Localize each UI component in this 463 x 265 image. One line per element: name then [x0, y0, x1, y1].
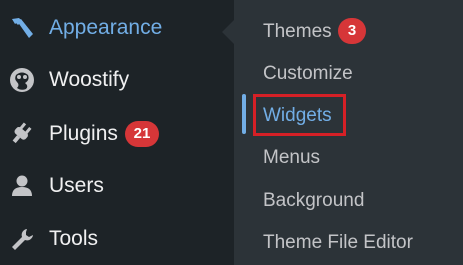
menu-item-tools[interactable]: Tools	[0, 213, 234, 265]
submenu-item-label: Menus	[263, 147, 321, 168]
submenu-item-label: Background	[263, 190, 365, 211]
menu-item-woostify[interactable]: Woostify	[0, 54, 234, 106]
menu-item-label: Tools	[49, 227, 99, 250]
user-icon	[8, 172, 36, 200]
menu-item-label: Appearance	[49, 16, 163, 39]
submenu-item-label: Theme File Editor	[263, 232, 413, 253]
submenu-item-theme-file-editor[interactable]: Theme File Editor	[234, 222, 463, 264]
admin-sidebar: Appearance Woostify Plugins 21 Users Too…	[0, 0, 234, 265]
submenu-item-label: Widgets	[263, 105, 332, 126]
appearance-submenu: Themes 3 Customize Widgets Menus Backgro…	[234, 0, 463, 265]
submenu-item-background[interactable]: Background	[234, 180, 463, 222]
menu-item-label: Users	[49, 174, 104, 197]
submenu-item-label: Customize	[263, 63, 353, 84]
submenu-pointer-arrow	[222, 20, 234, 44]
wrench-icon	[8, 225, 36, 253]
menu-item-users[interactable]: Users	[0, 160, 234, 212]
menu-item-appearance[interactable]: Appearance	[0, 2, 234, 54]
wp-admin-menu-screenshot: Appearance Woostify Plugins 21 Users Too…	[0, 0, 463, 265]
submenu-item-themes[interactable]: Themes 3	[234, 11, 463, 53]
plugins-update-count-badge: 21	[125, 121, 159, 147]
menu-item-label: Woostify	[49, 68, 130, 91]
paintbrush-icon	[8, 14, 36, 42]
submenu-item-widgets[interactable]: Widgets	[234, 95, 463, 137]
menu-item-plugins[interactable]: Plugins 21	[0, 108, 234, 160]
plugin-icon	[8, 120, 36, 148]
submenu-item-menus[interactable]: Menus	[234, 137, 463, 179]
submenu-item-label: Themes	[263, 21, 332, 42]
submenu-item-customize[interactable]: Customize	[234, 53, 463, 95]
woostify-logo-icon	[8, 66, 36, 94]
themes-update-count-badge: 3	[338, 18, 366, 44]
menu-item-label: Plugins	[49, 122, 118, 145]
